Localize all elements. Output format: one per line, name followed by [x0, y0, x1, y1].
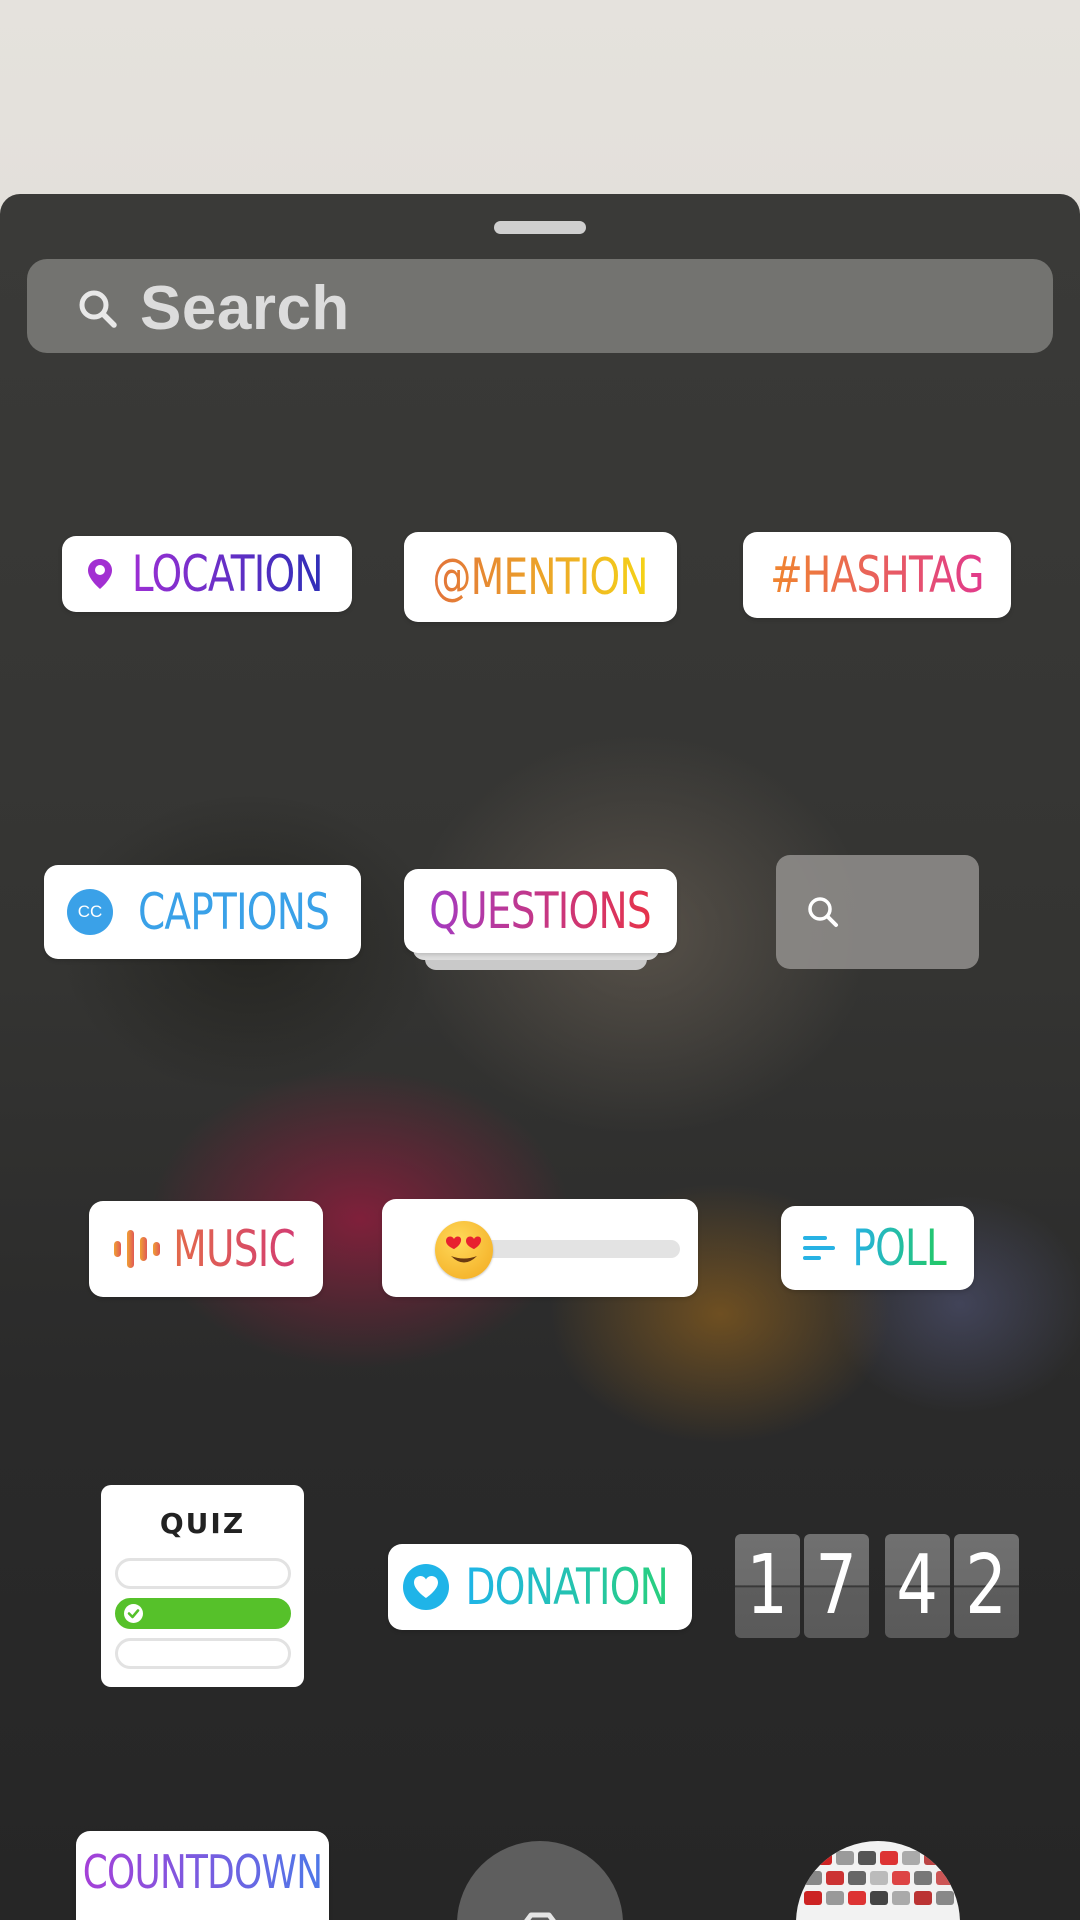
- location-sticker[interactable]: LOCATION: [62, 536, 352, 612]
- donation-sticker[interactable]: DONATION: [388, 1544, 692, 1630]
- music-label: MUSIC: [173, 1220, 296, 1278]
- poll-lines-icon: [802, 1236, 835, 1260]
- clock-digit: 7: [804, 1534, 869, 1638]
- questions-label: QUESTIONS: [429, 882, 652, 940]
- countdown-sticker[interactable]: COUNTDOWN: [76, 1831, 329, 1920]
- search-placeholder: Search: [140, 274, 350, 343]
- gallery-thumbnail[interactable]: [796, 1841, 960, 1920]
- time-sticker[interactable]: 1 7 4 2: [735, 1534, 1020, 1638]
- cc-icon: CC: [66, 889, 113, 935]
- waveform-icon: [113, 1230, 160, 1268]
- heart-icon: [403, 1564, 450, 1610]
- camera-button[interactable]: [457, 1841, 623, 1920]
- captions-sticker[interactable]: CC CAPTIONS: [44, 865, 361, 959]
- clock-digit: 2: [954, 1534, 1019, 1638]
- search-icon: [79, 290, 117, 328]
- music-sticker[interactable]: MUSIC: [89, 1201, 323, 1297]
- hashtag-sticker[interactable]: #HASHTAG: [743, 532, 1011, 618]
- quiz-option-correct: [115, 1598, 291, 1629]
- emoji-slider-sticker[interactable]: [382, 1199, 698, 1297]
- pin-icon: [87, 559, 112, 589]
- gif-search-sticker[interactable]: [776, 855, 979, 969]
- quiz-sticker[interactable]: QUIZ: [101, 1485, 304, 1687]
- clock-digit: 4: [885, 1534, 950, 1638]
- search-icon: [808, 897, 838, 927]
- questions-sticker[interactable]: QUESTIONS: [404, 869, 677, 953]
- location-label: LOCATION: [131, 545, 324, 603]
- sticker-tray: Search LOCATION @MENTION #HASHTAG CC CAP…: [0, 194, 1080, 1920]
- captions-label: CAPTIONS: [137, 883, 330, 941]
- hashtag-label: #HASHTAG: [770, 546, 984, 604]
- countdown-label: COUNTDOWN: [82, 1845, 323, 1899]
- quiz-title: QUIZ: [159, 1507, 246, 1540]
- poll-label: POLL: [852, 1219, 947, 1277]
- quiz-option: [115, 1558, 291, 1589]
- search-bar[interactable]: Search: [27, 259, 1053, 353]
- gallery-grid-image: [804, 1851, 954, 1905]
- camera-icon: [524, 1912, 556, 1920]
- check-icon: [124, 1604, 143, 1623]
- poll-sticker[interactable]: POLL: [781, 1206, 974, 1290]
- heart-eyes-emoji-icon[interactable]: [435, 1221, 493, 1279]
- clock-digit: 1: [735, 1534, 800, 1638]
- quiz-option: [115, 1638, 291, 1669]
- sheet-grabber[interactable]: [494, 221, 586, 234]
- mention-label: @MENTION: [432, 548, 649, 606]
- mention-sticker[interactable]: @MENTION: [404, 532, 677, 622]
- donation-label: DONATION: [465, 1558, 669, 1616]
